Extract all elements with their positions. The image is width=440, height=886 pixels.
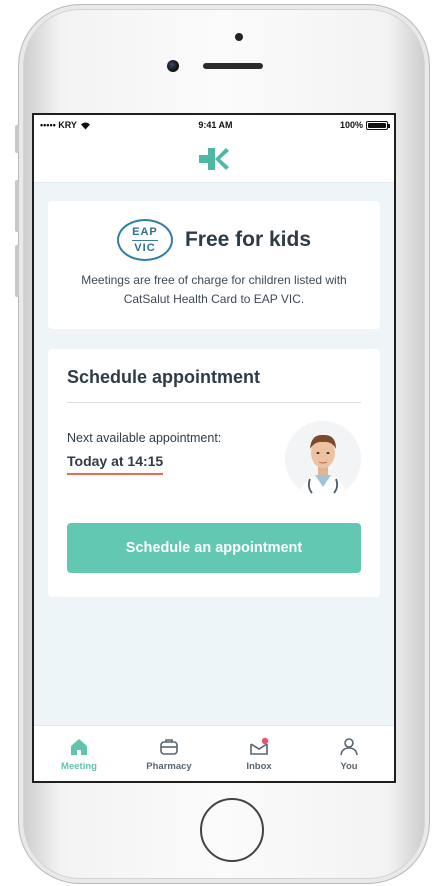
front-camera [167,60,179,72]
wifi-icon [80,122,90,129]
notification-dot [261,737,269,744]
eap-vic-logo: EAP VIC [116,219,173,261]
next-appointment-label: Next available appointment: [67,431,222,445]
home-icon [71,738,87,755]
tab-pharmacy[interactable]: Pharmacy [129,736,209,772]
kids-card-title: Free for kids [184,228,312,251]
kids-card-description: Meetings are free of charge for children… [81,273,347,306]
tab-inbox[interactable]: Inbox [219,736,299,772]
doctor-avatar [285,421,361,497]
schedule-appointment-button[interactable]: Schedule an appointment [67,523,361,573]
battery-icon [366,120,390,130]
user-icon [340,737,358,755]
next-appointment-time[interactable]: Today at 14:15 [67,453,164,475]
inbox-icon [250,737,269,755]
kry-logo-icon [199,147,229,170]
tab-label: Meeting [61,760,97,772]
next-appointment-row: Next available appointment: Today at 14:… [67,403,361,497]
main-content: EAP VIC Free for kids Meetings are free … [34,183,394,725]
pharmacy-icon [160,738,178,755]
app-header [34,135,394,183]
volume-up-button [15,180,19,232]
schedule-appointment-card: Schedule appointment Next available appo… [48,349,380,597]
tab-label: Pharmacy [146,760,192,772]
free-for-kids-card: EAP VIC Free for kids Meetings are free … [48,201,380,329]
phone-screen: ••••• KRY 9:41 AM 100% EAP VIC Free for … [32,113,396,783]
tab-you[interactable]: You [309,736,389,772]
volume-down-button [15,245,19,297]
home-button[interactable] [200,798,264,862]
bottom-tab-bar: Meeting Pharmacy Inbox You [34,725,394,781]
mute-switch [15,125,19,153]
carrier-label: ••••• KRY [40,120,77,130]
status-time: 9:41 AM [198,120,233,130]
status-bar: ••••• KRY 9:41 AM 100% [34,115,394,135]
tab-meeting[interactable]: Meeting [39,736,119,772]
tab-label: Inbox [246,760,272,772]
tab-label: You [340,760,358,772]
battery-percent: 100% [339,120,363,130]
proximity-sensor [235,33,243,41]
schedule-card-title: Schedule appointment [67,367,361,403]
earpiece-speaker [203,63,263,69]
